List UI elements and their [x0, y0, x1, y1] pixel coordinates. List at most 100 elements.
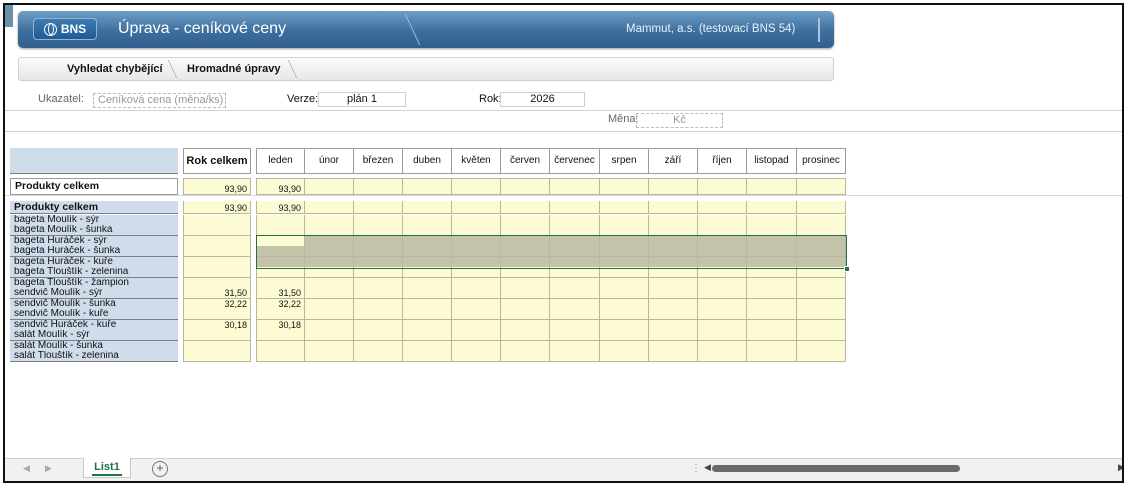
price-cell[interactable] — [305, 246, 354, 257]
price-cell[interactable] — [698, 225, 747, 236]
price-cell[interactable] — [354, 330, 403, 341]
summary-month-cell[interactable] — [501, 178, 550, 195]
price-cell[interactable] — [797, 246, 846, 257]
summary-month-cell[interactable] — [698, 178, 747, 195]
price-cell[interactable] — [501, 330, 550, 341]
price-cell[interactable] — [797, 330, 846, 341]
summary-month-cell[interactable] — [403, 178, 452, 195]
price-cell[interactable] — [747, 201, 797, 214]
price-cell[interactable] — [305, 225, 354, 236]
price-cell[interactable] — [403, 288, 452, 299]
price-cell[interactable] — [797, 225, 846, 236]
price-cell[interactable] — [550, 309, 600, 320]
price-cell[interactable] — [305, 288, 354, 299]
price-cell[interactable] — [550, 288, 600, 299]
price-cell[interactable] — [354, 288, 403, 299]
price-cell[interactable] — [698, 330, 747, 341]
version-field[interactable]: plán 1 — [318, 92, 406, 107]
price-cell[interactable] — [649, 351, 698, 362]
add-sheet-icon[interactable]: + — [152, 461, 168, 477]
price-cell[interactable] — [256, 246, 305, 257]
summary-month-cell[interactable]: 93,90 — [256, 178, 305, 195]
price-cell[interactable] — [403, 309, 452, 320]
price-cell[interactable] — [305, 309, 354, 320]
split-handle[interactable]: ⋮ — [691, 463, 701, 474]
price-cell[interactable] — [550, 330, 600, 341]
price-cell[interactable] — [649, 225, 698, 236]
price-cell[interactable] — [452, 288, 501, 299]
price-cell[interactable] — [403, 225, 452, 236]
price-cell[interactable] — [501, 309, 550, 320]
price-cell[interactable]: 31,50 — [256, 288, 305, 299]
scroll-left-icon[interactable]: ◀ — [704, 462, 711, 473]
next-sheet-icon[interactable]: ▶ — [45, 463, 52, 474]
price-cell[interactable] — [649, 309, 698, 320]
price-cell[interactable] — [600, 225, 649, 236]
price-cell[interactable] — [747, 288, 797, 299]
bulk-edit-button[interactable]: Hromadné úpravy — [187, 63, 281, 75]
price-cell[interactable] — [797, 201, 846, 214]
summary-month-cell[interactable] — [550, 178, 600, 195]
price-cell[interactable] — [649, 201, 698, 214]
price-cell[interactable] — [649, 330, 698, 341]
indicator-field[interactable]: Ceníková cena (měna/ks) — [93, 93, 226, 108]
price-cell[interactable] — [354, 267, 403, 278]
price-cell[interactable] — [354, 201, 403, 214]
price-cell[interactable]: 93,90 — [256, 201, 305, 214]
horizontal-scrollbar[interactable] — [712, 465, 960, 472]
price-cell[interactable] — [501, 351, 550, 362]
price-cell[interactable] — [452, 201, 501, 214]
price-cell[interactable] — [354, 225, 403, 236]
sheet-tab-list1[interactable]: List1 — [83, 458, 131, 478]
price-cell[interactable] — [698, 246, 747, 257]
summary-month-cell[interactable] — [600, 178, 649, 195]
price-cell[interactable] — [747, 267, 797, 278]
price-cell[interactable] — [305, 330, 354, 341]
price-cell[interactable] — [452, 309, 501, 320]
price-cell[interactable] — [747, 330, 797, 341]
price-cell[interactable] — [550, 267, 600, 278]
price-cell[interactable] — [256, 225, 305, 236]
price-cell[interactable] — [501, 267, 550, 278]
price-cell[interactable] — [698, 267, 747, 278]
price-cell[interactable] — [747, 309, 797, 320]
price-cell[interactable] — [550, 201, 600, 214]
price-cell[interactable] — [797, 351, 846, 362]
price-cell[interactable] — [649, 288, 698, 299]
summary-month-cell[interactable] — [305, 178, 354, 195]
price-cell[interactable] — [452, 330, 501, 341]
summary-month-cell[interactable] — [354, 178, 403, 195]
price-cell[interactable] — [649, 267, 698, 278]
year-field[interactable]: 2026 — [500, 92, 585, 107]
prev-sheet-icon[interactable]: ◀ — [23, 463, 30, 474]
price-cell[interactable] — [698, 309, 747, 320]
price-cell[interactable] — [550, 246, 600, 257]
price-cell[interactable] — [698, 351, 747, 362]
price-cell[interactable] — [501, 201, 550, 214]
price-cell[interactable] — [256, 267, 305, 278]
price-cell[interactable] — [550, 225, 600, 236]
price-cell[interactable] — [403, 267, 452, 278]
price-cell[interactable] — [501, 246, 550, 257]
price-cell[interactable] — [797, 288, 846, 299]
scroll-right-icon[interactable]: ▶ — [1118, 462, 1122, 473]
price-cell[interactable] — [747, 225, 797, 236]
price-cell[interactable] — [354, 351, 403, 362]
price-cell[interactable] — [501, 225, 550, 236]
price-cell[interactable] — [600, 267, 649, 278]
summary-month-cell[interactable] — [747, 178, 797, 195]
price-cell[interactable] — [501, 288, 550, 299]
currency-field[interactable]: Kč — [636, 113, 723, 128]
price-cell[interactable] — [600, 309, 649, 320]
price-cell[interactable] — [403, 330, 452, 341]
price-cell[interactable] — [600, 246, 649, 257]
price-cell[interactable] — [649, 246, 698, 257]
price-cell[interactable] — [550, 351, 600, 362]
price-cell[interactable] — [797, 267, 846, 278]
price-cell[interactable] — [452, 225, 501, 236]
price-cell[interactable] — [403, 351, 452, 362]
bns-logo-button[interactable]: BNS — [33, 18, 97, 40]
price-cell[interactable] — [600, 201, 649, 214]
find-missing-button[interactable]: Vyhledat chybějící — [67, 63, 163, 75]
price-cell[interactable] — [452, 351, 501, 362]
